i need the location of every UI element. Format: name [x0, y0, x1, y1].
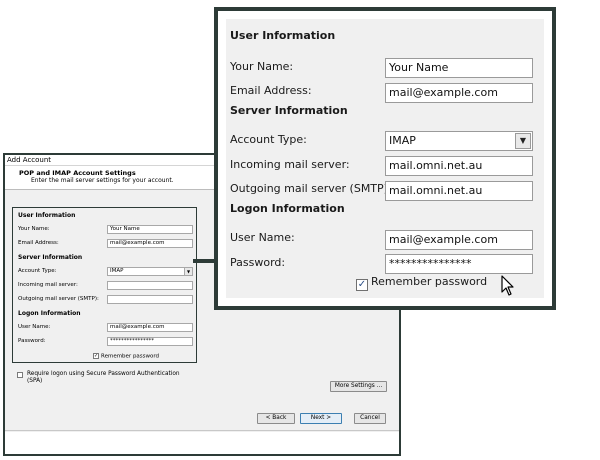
remember-password-label: Remember password	[101, 353, 160, 360]
spa-checkbox[interactable]: Require logon using Secure Password Auth…	[17, 371, 217, 385]
password-label: Password:	[18, 338, 46, 344]
outgoing-server-label: Outgoing mail server (SMTP):	[18, 296, 99, 302]
zoom-user-info-heading: User Information	[230, 29, 336, 42]
zoom-outgoing-server-label: Outgoing mail server (SMTP):	[230, 182, 392, 195]
zoom-password-label: Password:	[230, 256, 286, 269]
zoom-account-type-label: Account Type:	[230, 133, 307, 146]
zoom-account-type-select[interactable]: IMAP ▼	[385, 131, 533, 151]
account-type-value: IMAP	[110, 268, 124, 274]
mouse-pointer-icon	[501, 275, 514, 296]
spa-checkbox-box[interactable]	[17, 372, 23, 378]
your-name-field[interactable]: Your Name	[107, 225, 193, 234]
zoom-username-label: User Name:	[230, 231, 295, 244]
email-label: Email Address:	[18, 240, 59, 246]
back-button[interactable]: < Back	[257, 413, 295, 424]
email-field[interactable]: mail@example.com	[107, 239, 193, 248]
incoming-server-label: Incoming mail server:	[18, 282, 78, 288]
dialog-footer	[5, 432, 399, 454]
spa-label-line2: (SPA)	[27, 378, 43, 384]
zoom-logon-info-heading: Logon Information	[230, 202, 345, 215]
cancel-button[interactable]: Cancel	[354, 413, 386, 424]
username-label: User Name:	[18, 324, 51, 330]
incoming-server-field[interactable]	[107, 281, 193, 290]
user-info-heading: User Information	[18, 212, 76, 219]
zoom-remember-password-label: Remember password	[371, 275, 488, 288]
zoom-password-field[interactable]: ***************	[385, 254, 533, 274]
zoom-email-field[interactable]: mail@example.com	[385, 83, 533, 103]
zoom-server-info-heading: Server Information	[230, 104, 348, 117]
zoom-remember-password-checkbox[interactable]: ✓ Remember password	[356, 275, 487, 291]
chevron-down-icon[interactable]: ▼	[184, 268, 192, 275]
username-field[interactable]: mail@example.com	[107, 323, 193, 332]
zoom-username-field[interactable]: mail@example.com	[385, 230, 533, 250]
zoom-incoming-server-field[interactable]: mail.omni.net.au	[385, 156, 533, 176]
your-name-label: Your Name:	[18, 226, 50, 232]
footer-divider	[5, 430, 399, 431]
outgoing-server-field[interactable]	[107, 295, 193, 304]
zoom-incoming-server-label: Incoming mail server:	[230, 158, 350, 171]
zoom-inner: User Information Your Name: Your Name Em…	[226, 19, 544, 298]
server-info-heading: Server Information	[18, 254, 83, 261]
spa-label-line1: Require logon using Secure Password Auth…	[27, 371, 180, 377]
zoom-your-name-field[interactable]: Your Name	[385, 58, 533, 78]
zoomed-settings-panel: User Information Your Name: Your Name Em…	[214, 7, 556, 310]
checkmark-icon[interactable]: ✓	[356, 279, 368, 291]
remember-password-checkbox[interactable]: ✓ Remember password	[93, 353, 159, 360]
zoom-your-name-label: Your Name:	[230, 60, 294, 73]
zoom-email-label: Email Address:	[230, 84, 312, 97]
zoom-account-type-value: IMAP	[389, 134, 416, 147]
logon-info-heading: Logon Information	[18, 310, 81, 317]
account-type-label: Account Type:	[18, 268, 57, 274]
settings-panel-small: User Information Your Name: Your Name Em…	[12, 207, 197, 363]
password-field[interactable]: ****************	[107, 337, 193, 346]
checkmark-icon[interactable]: ✓	[93, 353, 99, 359]
account-type-select[interactable]: IMAP ▼	[107, 267, 193, 276]
more-settings-button[interactable]: More Settings ...	[330, 381, 387, 392]
chevron-down-icon[interactable]: ▼	[515, 133, 531, 149]
next-button[interactable]: Next >	[300, 413, 342, 424]
zoom-outgoing-server-field[interactable]: mail.omni.net.au	[385, 181, 533, 201]
